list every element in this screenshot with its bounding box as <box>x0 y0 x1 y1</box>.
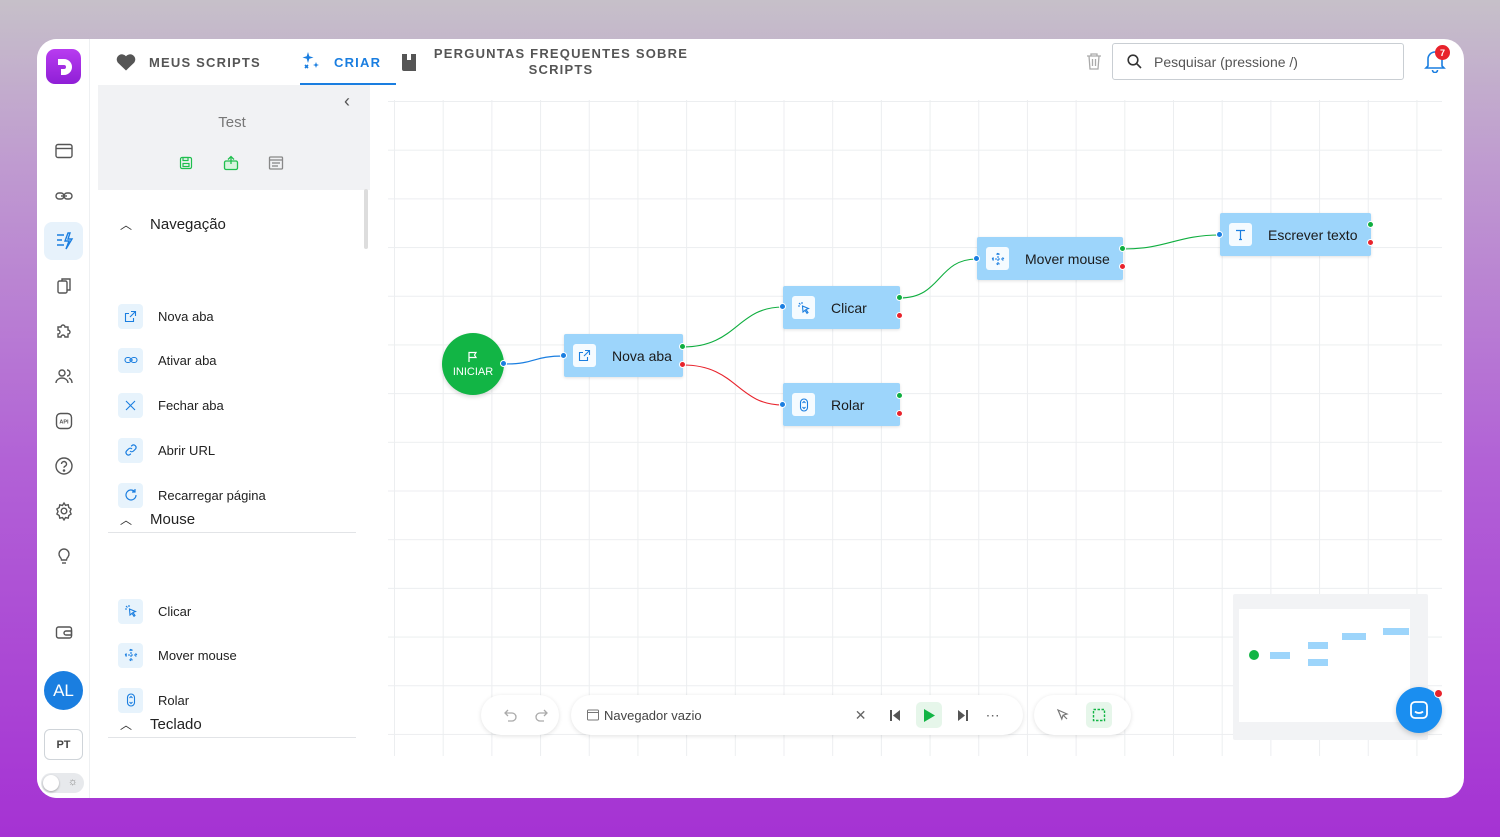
node-success-port[interactable] <box>1367 221 1374 228</box>
flag-icon <box>468 351 478 362</box>
node-input-port[interactable] <box>779 401 786 408</box>
start-node[interactable]: INICIAR <box>442 333 504 395</box>
node-scroll[interactable]: Rolar <box>783 383 900 426</box>
start-label: INICIAR <box>452 365 494 378</box>
node-label: Mover mouse <box>1025 250 1110 267</box>
undo-icon[interactable] <box>497 702 523 728</box>
scroll-icon <box>792 393 815 416</box>
node-success-port[interactable] <box>1119 245 1126 252</box>
step-back-icon[interactable] <box>882 702 908 728</box>
step-forward-icon[interactable] <box>950 702 976 728</box>
move-icon <box>986 247 1009 270</box>
node-error-port[interactable] <box>896 312 903 319</box>
more-icon[interactable]: ⋯ <box>980 702 1006 728</box>
minimap-node <box>1308 642 1328 649</box>
minimap-node <box>1383 628 1409 635</box>
node-label: Escrever texto <box>1268 226 1358 243</box>
node-write-text[interactable]: Escrever texto <box>1220 213 1371 256</box>
node-error-port[interactable] <box>1119 263 1126 270</box>
chat-notification-dot <box>1434 689 1443 698</box>
click-icon <box>792 296 815 319</box>
minimap-node <box>1342 633 1366 640</box>
minimap-node <box>1270 652 1290 659</box>
minimap-node <box>1308 659 1328 666</box>
node-success-port[interactable] <box>679 343 686 350</box>
new-tab-icon <box>573 344 596 367</box>
redo-icon[interactable] <box>529 702 555 728</box>
history-toolbar <box>481 695 559 735</box>
minimap-start <box>1249 650 1259 660</box>
select-area-icon[interactable] <box>1086 702 1112 728</box>
edge-start-to-new-tab <box>503 355 565 365</box>
app-window: API AL PT ☼ MEUS SCRIPTS CRIAR PERGUNTAS… <box>37 39 1464 798</box>
chat-icon <box>1410 701 1428 719</box>
browser-selector[interactable]: Navegador vazio <box>587 708 702 723</box>
minimap-viewport <box>1239 609 1410 722</box>
selection-toolbar <box>1034 695 1131 735</box>
start-output-port[interactable] <box>500 360 507 367</box>
node-label: Rolar <box>831 396 865 413</box>
edge-click-to-move <box>899 258 978 299</box>
node-move-mouse[interactable]: Mover mouse <box>977 237 1123 280</box>
node-error-port[interactable] <box>896 410 903 417</box>
run-toolbar: Navegador vazio ✕ ⋯ <box>571 695 1023 735</box>
node-input-port[interactable] <box>560 352 567 359</box>
node-new-tab[interactable]: Nova aba <box>564 334 683 377</box>
play-icon[interactable] <box>915 702 942 728</box>
pointer-icon[interactable] <box>1050 702 1076 728</box>
node-input-port[interactable] <box>973 255 980 262</box>
node-label: Nova aba <box>612 347 672 364</box>
node-input-port[interactable] <box>1216 231 1223 238</box>
text-icon <box>1229 223 1252 246</box>
node-error-port[interactable] <box>679 361 686 368</box>
node-success-port[interactable] <box>896 392 903 399</box>
node-label: Clicar <box>831 299 867 316</box>
browser-icon <box>587 709 599 721</box>
edge-new-tab-to-scroll <box>682 364 784 406</box>
node-success-port[interactable] <box>896 294 903 301</box>
node-error-port[interactable] <box>1367 239 1374 246</box>
node-input-port[interactable] <box>779 303 786 310</box>
edge-move-to-write <box>1122 234 1221 250</box>
browser-label: Navegador vazio <box>604 707 702 723</box>
clear-browser-icon[interactable]: ✕ <box>848 702 874 728</box>
node-click[interactable]: Clicar <box>783 286 900 329</box>
edge-new-tab-to-click <box>682 306 784 348</box>
